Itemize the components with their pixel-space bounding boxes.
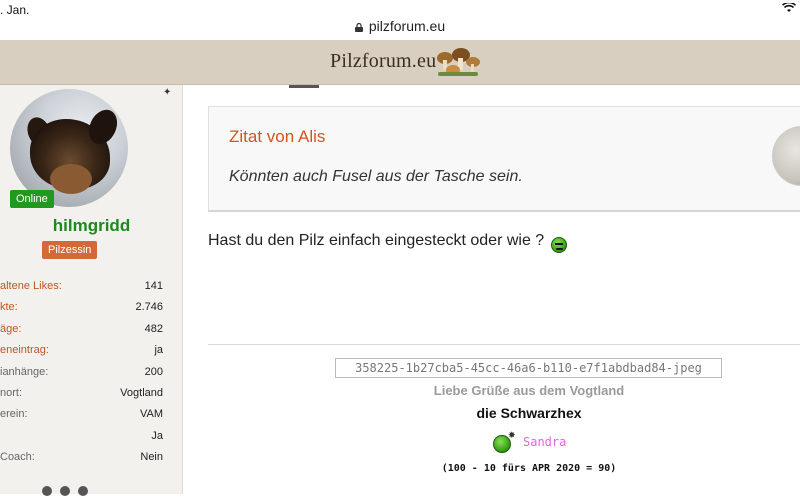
- stat-row: nort: Vogtland: [0, 386, 183, 407]
- user-sidebar: ✦ Online hilmgridd Pilzessin altene Like…: [0, 85, 183, 496]
- stat-value: Vogtland: [120, 386, 163, 399]
- menu-dot-icon[interactable]: ✦: [163, 87, 171, 98]
- location-icon[interactable]: [60, 486, 70, 496]
- tab-indicator: [289, 85, 319, 88]
- stat-value: 200: [144, 365, 163, 378]
- stat-value: VAM: [139, 408, 163, 421]
- chat-icon[interactable]: [42, 486, 52, 496]
- signature-greeting: Liebe Grüße aus dem Vogtland: [433, 383, 625, 398]
- stat-label: ianhänge:: [0, 365, 49, 378]
- stat-row: altene Likes: 141: [0, 279, 183, 300]
- stat-label: altene Likes:: [0, 280, 62, 292]
- stat-label: nort:: [0, 386, 23, 399]
- green-smiley-icon: [551, 237, 567, 253]
- status-date: . Jan.: [0, 3, 30, 17]
- stat-row: Ja: [0, 429, 183, 450]
- sparkle-icon: ✸: [508, 430, 516, 440]
- post-body: Hast du den Pilz einfach eingesteckt ode…: [208, 232, 545, 249]
- stat-value: 482: [144, 322, 163, 335]
- quote-text: Könnten auch Fusel aus der Tasche sein.: [229, 168, 523, 185]
- stat-row: Coach: Nein: [0, 450, 183, 471]
- mushroom-logo-icon[interactable]: [435, 46, 481, 78]
- rank-badge: Pilzessin: [42, 241, 98, 259]
- stat-value: Ja: [151, 429, 163, 442]
- stat-row: eneintrag: ja: [0, 343, 183, 364]
- stat-row: erein: VAM: [0, 407, 183, 428]
- stat-row: äge: 482: [0, 322, 183, 343]
- signature-count: (100 - 10 fürs APR 2020 = 90): [441, 463, 617, 474]
- stat-label: eneintrag:: [0, 344, 49, 357]
- quote-avatar[interactable]: [772, 126, 800, 186]
- gift-icon[interactable]: [78, 486, 88, 496]
- username[interactable]: hilmgridd: [0, 216, 183, 236]
- wifi-icon: [782, 3, 796, 12]
- url-text: pilzforum.eu: [368, 18, 446, 34]
- stat-value: 141: [144, 280, 163, 292]
- post-content: Zitat von Alis Könnten auch Fusel aus de…: [183, 85, 800, 494]
- stat-value: Nein: [140, 451, 163, 464]
- stat-row: kte: 2.746: [0, 300, 183, 321]
- sidebar-actions: [42, 483, 102, 496]
- status-bar: . Jan. pilzforum.eu: [0, 0, 800, 40]
- site-header: Pilzforum.eu: [0, 40, 800, 85]
- quote-box: Zitat von Alis Könnten auch Fusel aus de…: [208, 106, 800, 212]
- url-bar[interactable]: pilzforum.eu: [0, 18, 800, 34]
- stat-value: 2.746: [135, 301, 163, 314]
- stat-label: kte:: [0, 301, 18, 314]
- signature-name: die Schwarzhex: [476, 405, 582, 421]
- user-stats: altene Likes: 141 kte: 2.746 äge: 482 enein…: [0, 279, 183, 472]
- stat-label: Coach:: [0, 451, 35, 464]
- signature-divider: [208, 344, 800, 345]
- stat-label: erein:: [0, 408, 28, 421]
- quote-author[interactable]: Zitat von Alis: [229, 127, 325, 147]
- online-badge: Online: [10, 190, 54, 208]
- site-logo-text[interactable]: Pilzforum.eu: [330, 50, 436, 73]
- lock-icon: [354, 23, 363, 32]
- stat-row: ianhänge: 200: [0, 365, 183, 386]
- stat-label: äge:: [0, 322, 22, 335]
- signature-sandra: Sandra: [523, 435, 567, 449]
- stat-value: ja: [154, 344, 163, 357]
- signature-image-alt[interactable]: 358225-1b27cba5-45cc-46a6-b110-e7f1abdba…: [335, 358, 722, 378]
